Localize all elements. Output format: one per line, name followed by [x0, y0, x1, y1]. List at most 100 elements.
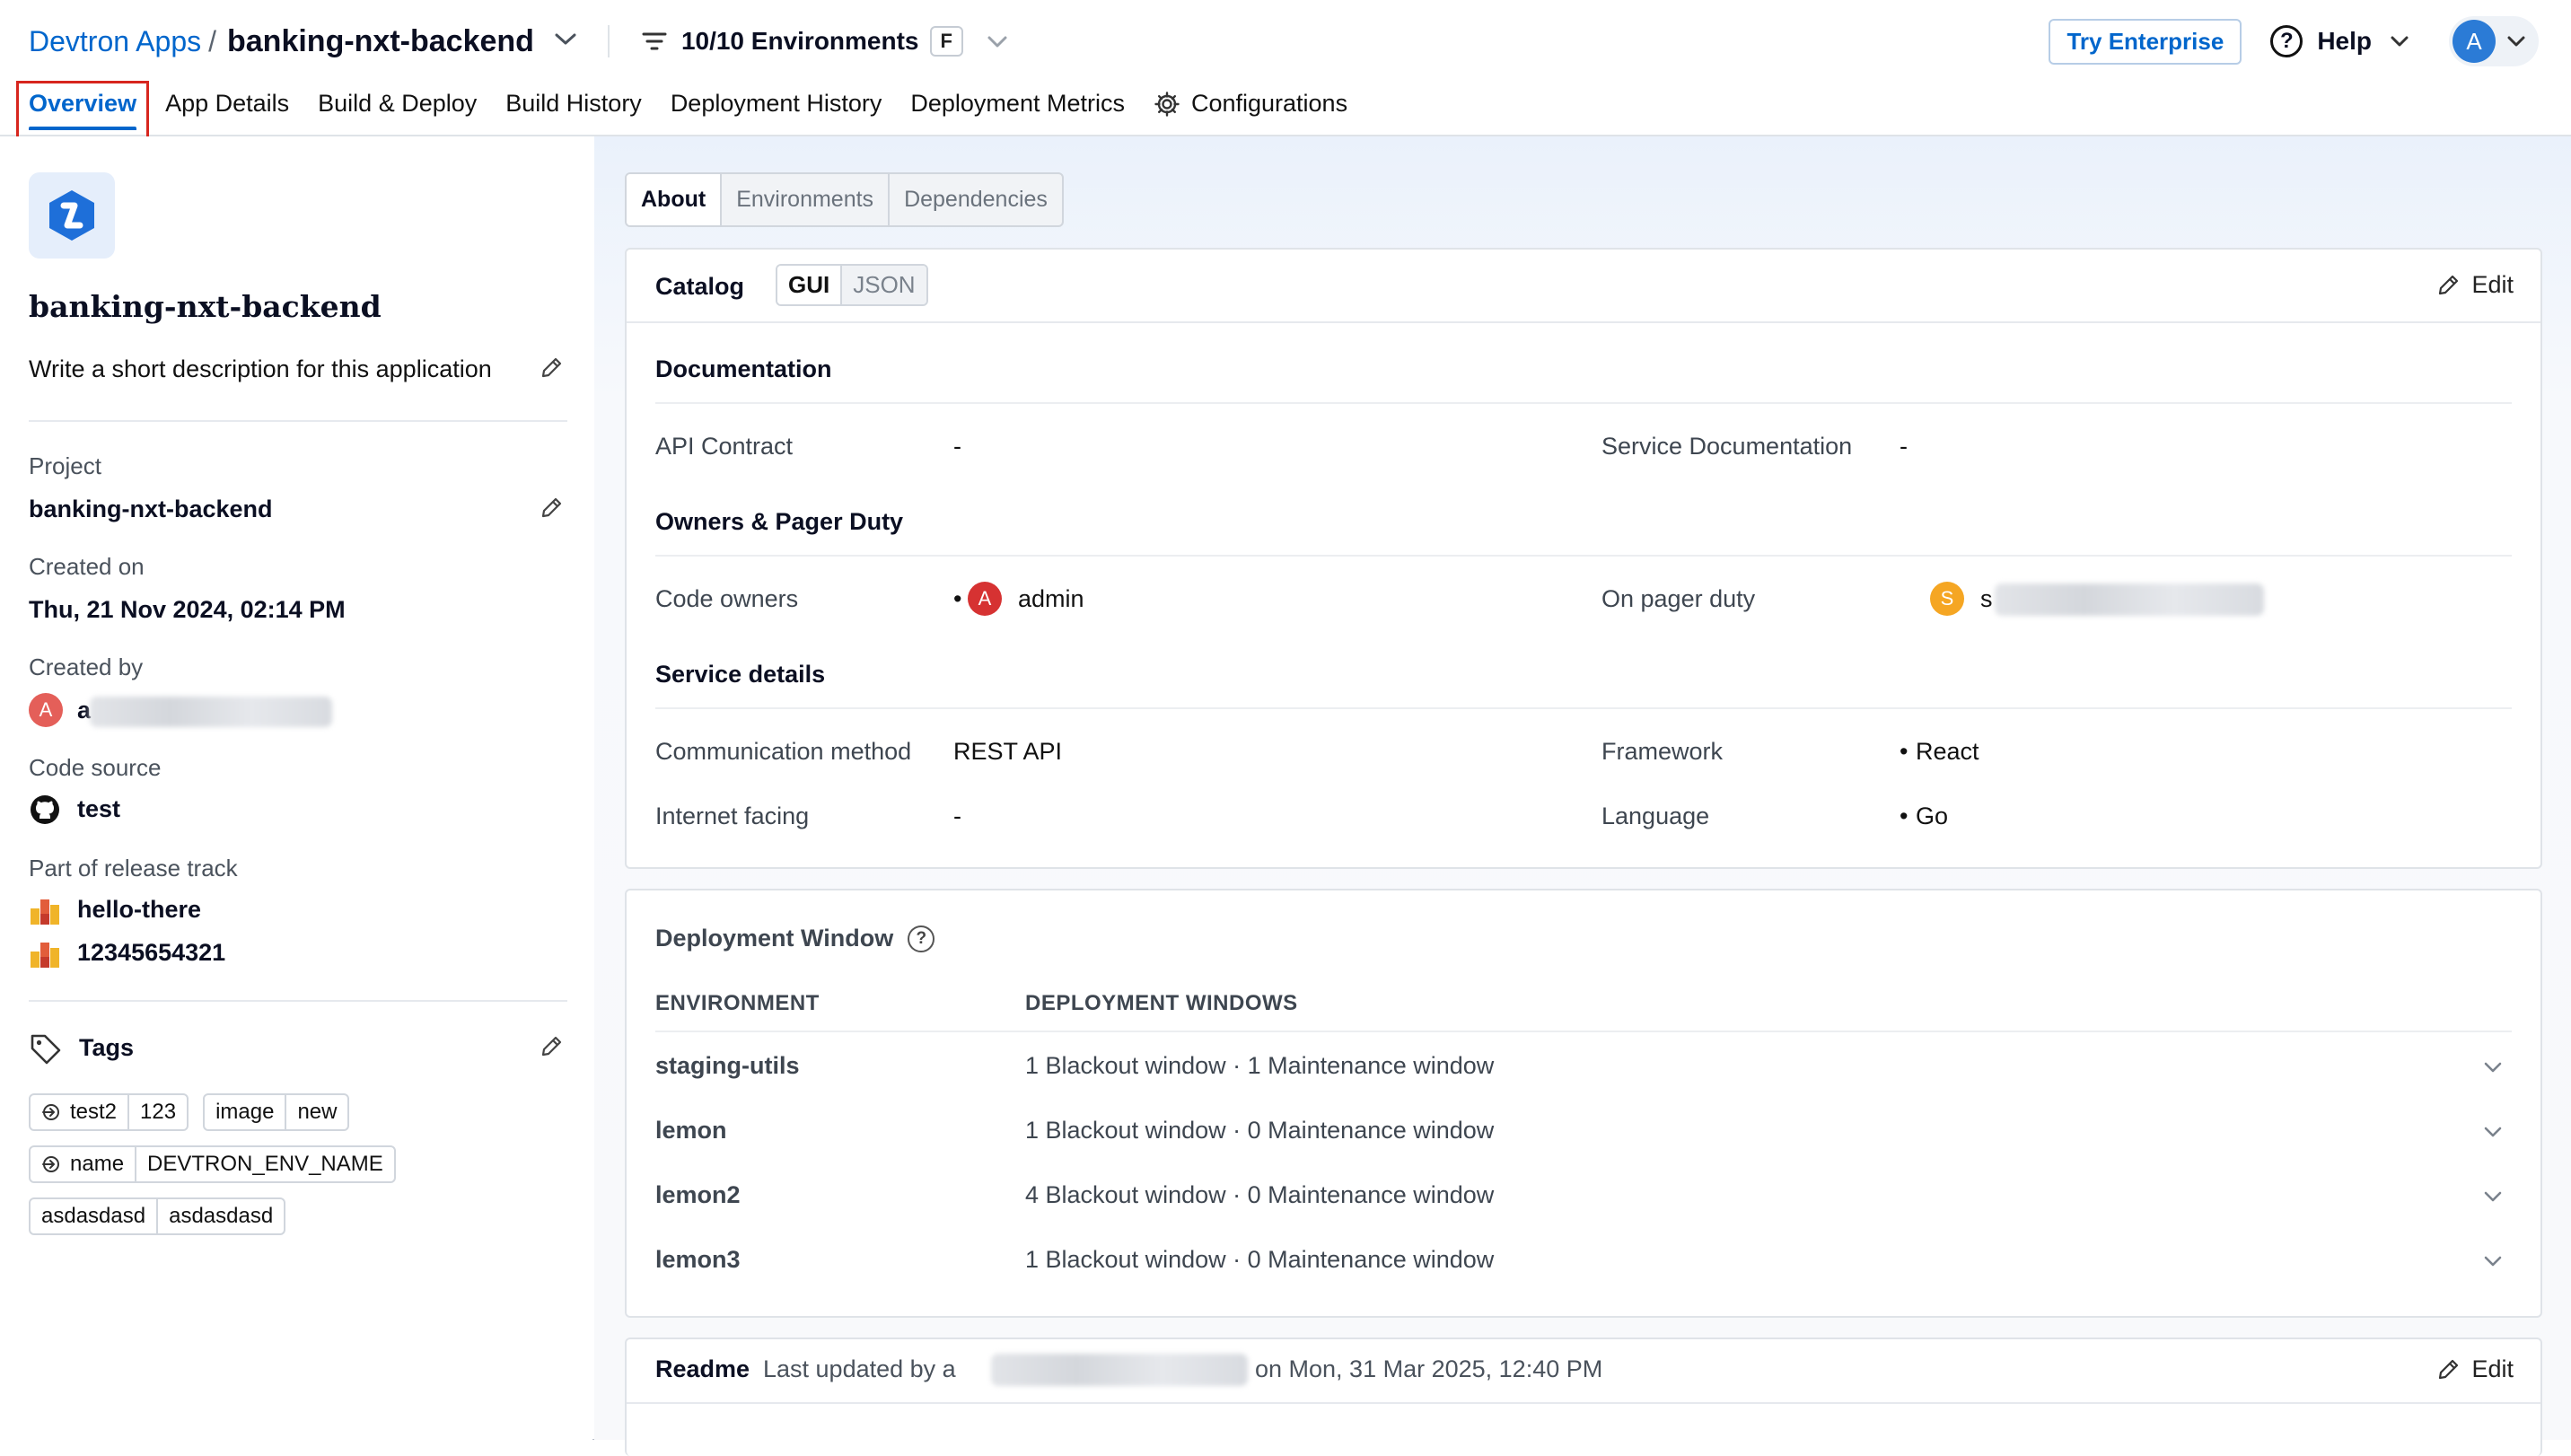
- subtab-dependencies[interactable]: Dependencies: [888, 174, 1062, 225]
- divider: [29, 420, 567, 422]
- environment-filter-chevron-icon[interactable]: [987, 27, 1022, 56]
- app-description[interactable]: Write a short description for this appli…: [29, 355, 492, 383]
- service-documentation-value: -: [1900, 433, 1908, 460]
- help-circle-icon[interactable]: ?: [908, 925, 935, 952]
- code-source-label: Code source: [29, 754, 162, 781]
- service-documentation-label: Service Documentation: [1601, 433, 1853, 460]
- row-windows: 4 Blackout window · 0 Maintenance window: [1025, 1181, 1495, 1208]
- catalog-edit-button[interactable]: Edit: [2435, 271, 2514, 299]
- app-title: banking-nxt-backend: [29, 289, 382, 324]
- code-owner-name: admin: [1018, 585, 1084, 612]
- help-menu[interactable]: ? Help: [2270, 25, 2409, 57]
- documentation-heading: Documentation: [655, 355, 832, 382]
- readme-card: Readme Last updated by a on Mon, 31 Mar …: [625, 1338, 2542, 1456]
- section-divider: [655, 555, 2512, 557]
- framework-value: React: [1916, 738, 1979, 765]
- readme-header: Readme Last updated by a on Mon, 31 Mar …: [627, 1339, 2540, 1404]
- readme-edit-button[interactable]: Edit: [2435, 1355, 2514, 1383]
- tab-app-details[interactable]: App Details: [165, 86, 289, 118]
- table-header-divider: [655, 1031, 2512, 1032]
- row-environment: lemon3: [655, 1246, 741, 1273]
- help-chevron-icon: [2391, 36, 2409, 47]
- code-owners-label: Code owners: [655, 585, 799, 612]
- release-track-item[interactable]: hello-there: [77, 896, 201, 924]
- row-environment: staging-utils: [655, 1052, 800, 1079]
- expand-chevron-icon[interactable]: [2483, 1061, 2503, 1078]
- user-menu[interactable]: A: [2449, 16, 2539, 66]
- tags-heading: Tags: [79, 1034, 135, 1061]
- tag-row: name DEVTRON_ENV_NAME: [29, 1145, 410, 1183]
- tab-configurations[interactable]: Configurations: [1154, 86, 1347, 118]
- release-track-icon: [29, 937, 61, 969]
- code-source-value[interactable]: test: [77, 795, 120, 823]
- readme-updated-on: on Mon, 31 Mar 2025, 12:40 PM: [1255, 1355, 1603, 1382]
- help-label: Help: [2317, 27, 2372, 55]
- breadcrumb-devtron-apps-link[interactable]: Devtron Apps: [29, 25, 201, 58]
- readme-updated-by: Last updated by a: [763, 1355, 956, 1382]
- gear-icon: [1154, 91, 1180, 117]
- communication-method-value: REST API: [953, 738, 1063, 765]
- service-details-heading: Service details: [655, 661, 826, 688]
- deployment-window-card: Deployment Window ? ENVIRONMENT DEPLOYME…: [625, 889, 2542, 1318]
- section-divider: [655, 707, 2512, 709]
- pencil-icon: [2439, 1359, 2459, 1379]
- edit-tags-pencil-icon[interactable]: [539, 1034, 564, 1064]
- app-switcher-chevron-icon[interactable]: [554, 32, 577, 51]
- readme-title: Readme: [655, 1355, 750, 1382]
- catalog-header: Catalog GUI JSON Edit: [627, 250, 2540, 323]
- catalog-card: Catalog GUI JSON Edit Documentation API …: [625, 248, 2542, 869]
- created-by-label: Created by: [29, 653, 144, 680]
- subtab-environments[interactable]: Environments: [720, 174, 888, 225]
- row-windows: 1 Blackout window · 0 Maintenance window: [1025, 1117, 1495, 1144]
- language-value: Go: [1916, 803, 1949, 829]
- expand-chevron-icon[interactable]: [2483, 1190, 2503, 1207]
- edit-description-pencil-icon[interactable]: [539, 355, 564, 385]
- tag-chip: test2 123: [29, 1093, 189, 1131]
- owners-heading: Owners & Pager Duty: [655, 508, 904, 535]
- column-header-environment: ENVIRONMENT: [655, 991, 820, 1015]
- devtron-logo-icon: [49, 190, 94, 241]
- redacted-pager-duty-email: [1995, 583, 2264, 616]
- release-track-label: Part of release track: [29, 855, 238, 881]
- deployment-window-title: Deployment Window: [655, 925, 894, 952]
- app-name-title: banking-nxt-backend: [227, 23, 534, 58]
- breadcrumb-separator: /: [208, 24, 216, 57]
- catalog-view-toggle: GUI JSON: [776, 264, 928, 306]
- header-actions: Try Enterprise ? Help A: [2049, 16, 2539, 66]
- tag-value: 123: [127, 1095, 187, 1129]
- json-toggle[interactable]: JSON: [840, 266, 926, 304]
- pager-duty-avatar: S: [1930, 582, 1964, 616]
- tag-chip: name DEVTRON_ENV_NAME: [29, 1145, 396, 1183]
- edit-project-pencil-icon[interactable]: [539, 496, 564, 525]
- overview-content: About Environments Dependencies Catalog …: [594, 136, 2571, 1456]
- tab-deployment-metrics[interactable]: Deployment Metrics: [910, 86, 1125, 118]
- expand-chevron-icon[interactable]: [2483, 1255, 2503, 1272]
- try-enterprise-button[interactable]: Try Enterprise: [2049, 18, 2242, 65]
- gui-toggle[interactable]: GUI: [777, 266, 841, 304]
- list-bullet: •: [1900, 803, 1909, 829]
- release-track-icon: [29, 894, 61, 926]
- framework-label: Framework: [1601, 738, 1724, 765]
- help-icon: ?: [2270, 25, 2303, 57]
- pager-duty-name-prefix: s: [1980, 585, 1993, 612]
- tag-value: new: [285, 1095, 347, 1129]
- tab-deployment-history[interactable]: Deployment History: [671, 86, 882, 118]
- expand-chevron-icon[interactable]: [2483, 1126, 2503, 1143]
- app-header: Devtron Apps / banking-nxt-backend 10/10…: [0, 0, 2571, 147]
- app-logo: [29, 172, 115, 259]
- pager-duty-label: On pager duty: [1601, 585, 1756, 612]
- tab-build-deploy[interactable]: Build & Deploy: [318, 86, 477, 118]
- communication-method-label: Communication method: [655, 738, 912, 765]
- propagate-icon: [42, 1156, 59, 1172]
- release-track-item[interactable]: 12345654321: [77, 939, 225, 967]
- overview-subtabs: About Environments Dependencies: [625, 172, 1064, 227]
- keyboard-shortcut-badge: F: [929, 26, 963, 57]
- catalog-edit-label: Edit: [2471, 271, 2514, 298]
- subtab-about[interactable]: About: [627, 174, 721, 225]
- tab-build-history[interactable]: Build History: [505, 86, 642, 118]
- row-environment: lemon: [655, 1117, 727, 1144]
- catalog-title: Catalog: [655, 273, 745, 300]
- pencil-icon: [2439, 275, 2459, 294]
- environment-filter[interactable]: 10/10 Environments F: [642, 26, 1022, 57]
- breadcrumb: Devtron Apps / banking-nxt-backend 10/10…: [29, 20, 1022, 63]
